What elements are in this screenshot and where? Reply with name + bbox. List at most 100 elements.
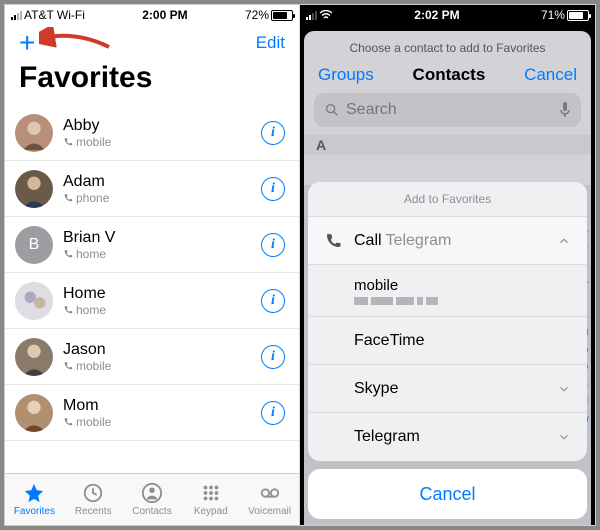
redacted-number	[354, 297, 587, 305]
action-sheet: Add to Favorites CallTelegram mobile Fac…	[308, 182, 587, 519]
info-button[interactable]: i	[261, 233, 285, 257]
sheet-title: Add to Favorites	[308, 182, 587, 217]
signal-icon	[306, 11, 317, 20]
info-button[interactable]: i	[261, 345, 285, 369]
chevron-down-icon	[557, 382, 571, 396]
section-header: A	[304, 135, 591, 155]
favorites-screen: AT&T Wi-Fi 2:00 PM 72% + Edit Favorites …	[5, 5, 300, 525]
contact-name: Adam	[63, 173, 251, 191]
option-label: Telegram	[354, 428, 545, 446]
star-icon	[22, 482, 46, 504]
picker-cancel-button[interactable]: Cancel	[524, 65, 577, 85]
chevron-down-icon	[557, 430, 571, 444]
option-label: Call	[354, 232, 382, 249]
contact-name: Brian V	[63, 229, 251, 247]
sheet-option-skype[interactable]: Skype	[308, 365, 587, 413]
picker-title: Contacts	[413, 65, 486, 85]
sheet-option-facetime[interactable]: FaceTime	[308, 317, 587, 365]
tab-label: Voicemail	[248, 506, 291, 517]
avatar	[15, 338, 53, 376]
contact-picker-screen: 2:02 PM 71% Choose a contact to add to F…	[300, 5, 595, 525]
battery-icon	[271, 10, 293, 21]
favorite-row[interactable]: Abby mobile i	[5, 105, 299, 161]
wifi-icon	[319, 10, 333, 20]
contact-type: home	[76, 247, 106, 261]
search-field[interactable]	[314, 93, 581, 127]
sheet-suboption-mobile[interactable]: mobile	[308, 265, 587, 317]
option-sublabel: Telegram	[386, 232, 452, 249]
avatar	[15, 114, 53, 152]
clock-icon	[81, 482, 105, 504]
phone-icon	[324, 232, 342, 250]
phone-icon	[63, 361, 73, 371]
favorite-row[interactable]: B Brian V home i	[5, 217, 299, 273]
tab-favorites[interactable]: Favorites	[5, 474, 64, 525]
tab-bar: Favorites Recents Contacts Keypad Voicem…	[5, 473, 299, 525]
picker-header: Choose a contact to add to Favorites	[304, 31, 591, 63]
sheet-option-call[interactable]: CallTelegram	[308, 217, 587, 265]
info-button[interactable]: i	[261, 121, 285, 145]
groups-button[interactable]: Groups	[318, 65, 374, 85]
status-time: 2:00 PM	[142, 8, 187, 22]
contact-name: Home	[63, 285, 251, 303]
tab-label: Favorites	[14, 506, 55, 517]
phone-icon	[63, 417, 73, 427]
phone-icon	[63, 137, 73, 147]
sheet-option-telegram[interactable]: Telegram	[308, 413, 587, 461]
search-icon	[324, 102, 340, 118]
phone-icon	[63, 305, 73, 315]
suboption-label: mobile	[354, 277, 587, 294]
contact-type: mobile	[76, 359, 111, 373]
contact-type: phone	[76, 191, 109, 205]
tab-keypad[interactable]: Keypad	[181, 474, 240, 525]
signal-icon	[11, 11, 22, 20]
tab-label: Recents	[75, 506, 112, 517]
avatar	[15, 282, 53, 320]
tab-label: Contacts	[132, 506, 171, 517]
info-button[interactable]: i	[261, 177, 285, 201]
info-button[interactable]: i	[261, 289, 285, 313]
avatar	[15, 170, 53, 208]
search-input[interactable]	[346, 101, 553, 119]
favorite-row[interactable]: Jason mobile i	[5, 329, 299, 385]
contact-name: Abby	[63, 117, 251, 135]
contact-type: mobile	[76, 415, 111, 429]
phone-icon	[63, 249, 73, 259]
favorite-row[interactable]: Adam phone i	[5, 161, 299, 217]
info-button[interactable]: i	[261, 401, 285, 425]
carrier-label: AT&T Wi-Fi	[24, 8, 85, 22]
status-bar: 2:02 PM 71%	[300, 5, 595, 25]
battery-percent: 72%	[245, 8, 269, 22]
annotation-arrow	[39, 27, 119, 57]
tab-voicemail[interactable]: Voicemail	[240, 474, 299, 525]
battery-icon	[567, 10, 589, 21]
battery-percent: 71%	[541, 8, 565, 22]
chevron-up-icon	[557, 234, 571, 248]
avatar: B	[15, 226, 53, 264]
contact-name: Jason	[63, 341, 251, 359]
option-label: Skype	[354, 380, 545, 398]
page-title: Favorites	[5, 57, 299, 105]
favorite-row[interactable]: Home home i	[5, 273, 299, 329]
favorite-row[interactable]: Mom mobile i	[5, 385, 299, 441]
voicemail-icon	[258, 482, 282, 504]
phone-icon	[63, 193, 73, 203]
favorites-list: Abby mobile i Adam phone i B Brian V ho	[5, 105, 299, 473]
contact-name: Mom	[63, 397, 251, 415]
contact-type: home	[76, 303, 106, 317]
keypad-icon	[199, 482, 223, 504]
sheet-cancel-button[interactable]: Cancel	[308, 469, 587, 519]
picker-nav: Groups Contacts Cancel	[304, 63, 591, 93]
add-button[interactable]: +	[19, 33, 35, 53]
edit-button[interactable]: Edit	[256, 33, 285, 53]
status-time: 2:02 PM	[414, 8, 459, 22]
avatar	[15, 394, 53, 432]
tab-contacts[interactable]: Contacts	[123, 474, 182, 525]
option-label: FaceTime	[354, 332, 571, 350]
contact-icon	[140, 482, 164, 504]
contact-type: mobile	[76, 135, 111, 149]
mic-icon[interactable]	[559, 101, 571, 119]
status-bar: AT&T Wi-Fi 2:00 PM 72%	[5, 5, 299, 25]
tab-label: Keypad	[194, 506, 228, 517]
tab-recents[interactable]: Recents	[64, 474, 123, 525]
